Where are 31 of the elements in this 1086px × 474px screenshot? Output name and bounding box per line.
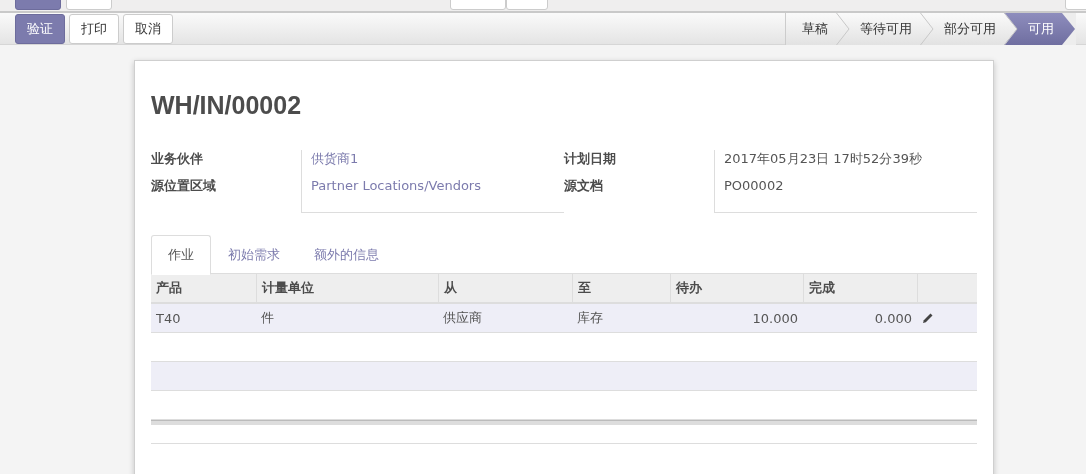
field-label: 源文档 (564, 178, 603, 193)
field-label: 源位置区域 (151, 178, 216, 193)
column-header: 待办 (675, 280, 702, 295)
table-cell: T40 (156, 310, 181, 326)
field-value: PO00002 (724, 178, 784, 193)
table-cell: 供应商 (443, 310, 482, 325)
status-stage[interactable]: 草稿 (786, 12, 850, 45)
table-cell: 10.000 (752, 310, 798, 326)
tab[interactable]: 初始需求 (211, 235, 297, 274)
tab[interactable]: 作业 (151, 235, 211, 275)
field-link[interactable]: Partner Locations/Vendors (311, 178, 481, 193)
column-header: 从 (443, 280, 457, 295)
action-button[interactable]: 取消 (123, 13, 173, 44)
field-value: 2017年05月23日 17时52分39秒 (724, 151, 922, 166)
status-stage[interactable]: 部分可用 (934, 12, 1018, 45)
status-stage[interactable]: 等待可用 (850, 12, 934, 45)
column-header: 完成 (808, 280, 835, 295)
validate-button[interactable]: 验证 (15, 13, 65, 44)
field-label: 计划日期 (564, 151, 616, 166)
pencil-icon[interactable] (922, 312, 934, 324)
column-header: 计量单位 (261, 280, 314, 295)
record-title: WH/IN/00002 (151, 91, 302, 120)
column-header: 至 (577, 280, 591, 295)
field-label: 业务伙伴 (151, 151, 203, 166)
table-cell: 库存 (577, 310, 603, 325)
tab[interactable]: 额外的信息 (297, 235, 396, 274)
action-button[interactable]: 打印 (69, 13, 119, 44)
table-cell: 件 (261, 310, 274, 325)
field-link[interactable]: 供货商1 (311, 151, 359, 166)
column-header: 产品 (156, 280, 182, 295)
table-cell: 0.000 (874, 310, 912, 326)
